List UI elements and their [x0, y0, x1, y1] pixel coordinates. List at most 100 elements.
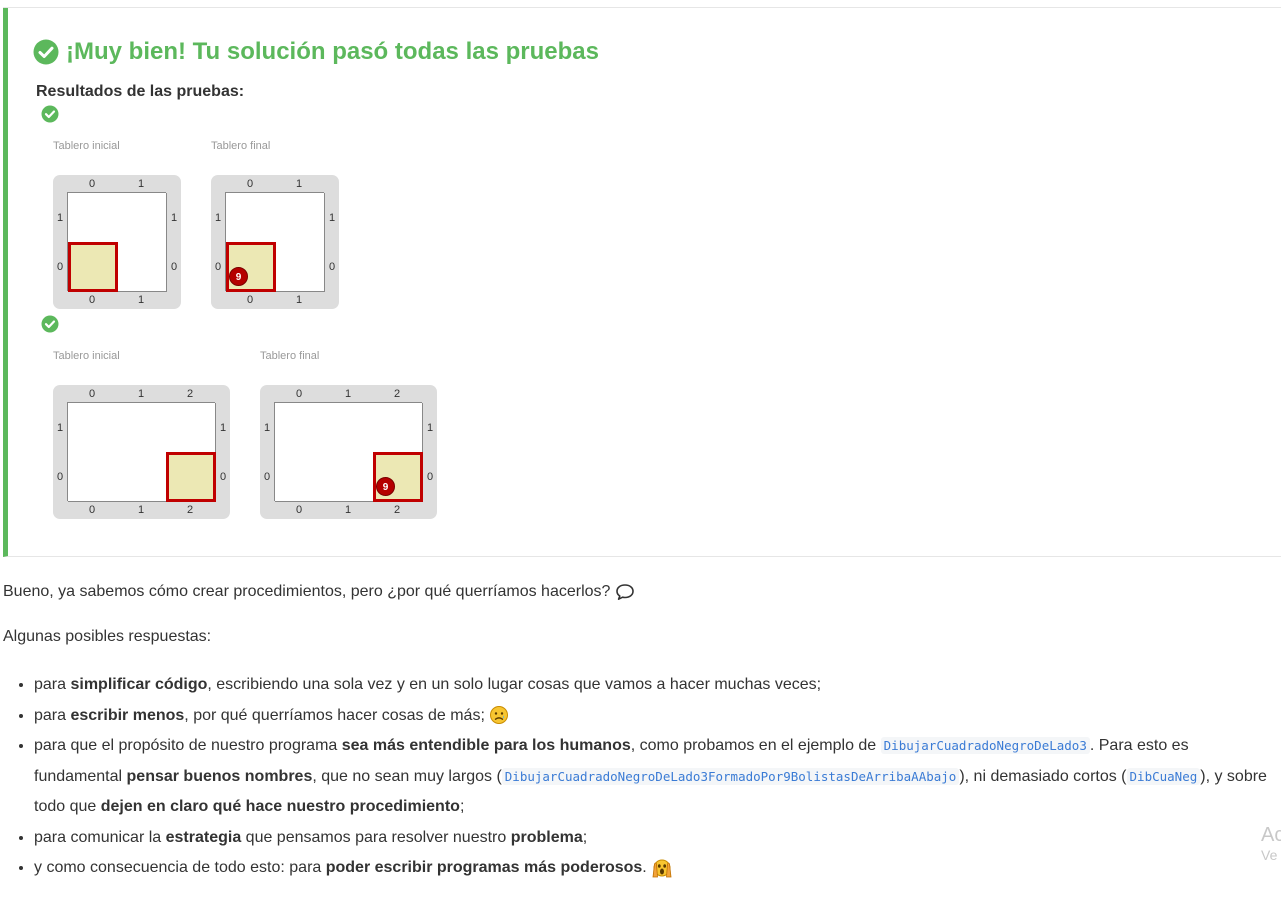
board-grid: [67, 192, 167, 292]
row-label: 0: [56, 261, 64, 273]
answers-list: para simplificar código, escribiendo una…: [3, 670, 1278, 884]
board-cell: [324, 452, 374, 502]
list-item-text: , por qué querríamos hacer cosas de más;: [184, 706, 485, 724]
board-grid: 9: [225, 192, 325, 292]
column-label: 1: [295, 294, 303, 306]
list-item-bold: problema: [510, 828, 583, 846]
list-item-text: ;: [459, 798, 465, 815]
column-label: 0: [246, 294, 254, 306]
board-grid: 9: [274, 402, 423, 502]
intro-paragraph: Bueno, ya sabemos cómo crear procedimien…: [3, 582, 635, 602]
column-label: 0: [246, 178, 254, 190]
board-cell-head: [68, 242, 118, 292]
list-item-bold: simplificar código: [70, 676, 208, 693]
list-item-text: para: [34, 706, 71, 724]
board-cell: [117, 403, 167, 453]
list-item-text: , como probamos en el ejemplo de: [630, 737, 881, 754]
list-item-bold: pensar buenos nombres: [126, 767, 313, 785]
test-passed-icon: [41, 315, 59, 333]
success-title: ¡Muy bien! Tu solución pasó todas las pr…: [33, 36, 599, 68]
column-label: 2: [393, 504, 401, 516]
row-label: 1: [263, 422, 271, 434]
row-label: 0: [263, 471, 271, 483]
list-item-text: para comunicar la: [34, 828, 166, 846]
watermark-line: Ac: [1261, 824, 1281, 846]
column-label: 0: [88, 504, 96, 516]
red-ball-counter: 9: [376, 477, 395, 496]
list-item-bold: dejen en claro qué hace nuestro procedim…: [100, 798, 460, 815]
check-circle-icon: [33, 39, 59, 65]
row-label: 1: [56, 212, 64, 224]
board-cell: [324, 403, 374, 453]
row-label: 0: [214, 261, 222, 273]
column-label: 2: [186, 388, 194, 400]
procedure-name-code: DibCuaNeg: [1126, 767, 1201, 785]
column-label: 0: [88, 178, 96, 190]
list-item-text: .: [642, 859, 647, 876]
row-label: 0: [170, 261, 178, 273]
row-label: 1: [328, 212, 336, 224]
intro-text: Bueno, ya sabemos cómo crear procedimien…: [3, 583, 611, 601]
list-item-text: para que el propósito de nuestro program…: [34, 737, 342, 754]
list-item-text: ), ni demasiado cortos (: [959, 767, 1127, 785]
board-cell: [117, 452, 167, 502]
list-item: para escribir menos, por qué querríamos …: [34, 701, 1278, 732]
column-label: 1: [137, 294, 145, 306]
procedure-name-code: DibujarCuadradoNegroDeLado3FormadoPor9Bo…: [501, 767, 960, 785]
row-label: 1: [56, 422, 64, 434]
column-label: 1: [137, 178, 145, 190]
row-label: 0: [426, 471, 434, 483]
watermark-line: Ve: [1261, 847, 1278, 863]
test-results-panel: ¡Muy bien! Tu solución pasó todas las pr…: [3, 8, 1281, 557]
list-item: para comunicar la estrategia que pensamo…: [34, 823, 1278, 854]
row-label: 0: [219, 471, 227, 483]
sad-face-emoji-icon: [490, 706, 509, 725]
test-passed-icon: [41, 105, 59, 123]
tests-heading: Resultados de las pruebas:: [36, 83, 245, 100]
speech-bubble-icon: [616, 584, 634, 600]
list-item-text: ;: [582, 828, 588, 846]
red-ball-counter: 9: [229, 267, 248, 286]
list-item-bold: poder escribir programas más poderosos: [325, 859, 643, 876]
board-cell: [166, 403, 216, 453]
list-item-text: que pensamos para resolver nuestro: [241, 828, 511, 846]
list-item-text: para: [34, 676, 71, 693]
column-label: 1: [137, 504, 145, 516]
initial-board-caption: Tablero inicial: [53, 140, 120, 152]
list-item-text: y como consecuencia de todo esto: para: [34, 859, 326, 876]
board-cell: [275, 193, 325, 243]
column-label: 0: [295, 388, 303, 400]
column-label: 1: [344, 388, 352, 400]
list-item: para simplificar código, escribiendo una…: [34, 670, 1278, 701]
list-item-text: , que no sean muy largos (: [312, 767, 502, 785]
row-label: 1: [170, 212, 178, 224]
row-label: 1: [214, 212, 222, 224]
row-label: 0: [328, 261, 336, 273]
activate-windows-watermark: Ac Ve: [1261, 824, 1281, 864]
initial-board: 0 1 1 0 1 0 0 1: [53, 175, 181, 309]
final-board-caption: Tablero final: [260, 350, 320, 362]
column-label: 1: [295, 178, 303, 190]
row-label: 0: [56, 471, 64, 483]
board-grid: [67, 402, 216, 502]
row-label: 1: [219, 422, 227, 434]
list-item-text: , escribiendo una sola vez y en un solo …: [207, 676, 822, 693]
column-label: 1: [344, 504, 352, 516]
board-cell: [68, 403, 118, 453]
board-cell: [275, 242, 325, 292]
row-label: 1: [426, 422, 434, 434]
procedure-name-code: DibujarCuadradoNegroDeLado3: [880, 737, 1090, 754]
success-title-text: ¡Muy bien! Tu solución pasó todas las pr…: [66, 38, 599, 65]
screaming-face-emoji-icon: [652, 859, 672, 878]
column-label: 2: [186, 504, 194, 516]
list-item-bold: sea más entendible para los humanos: [341, 737, 631, 754]
board-cell: [117, 193, 167, 243]
board-cell-head: [166, 452, 216, 502]
board-cell: [117, 242, 167, 292]
answers-intro: Algunas posibles respuestas:: [3, 628, 212, 645]
board-cell: [226, 193, 276, 243]
list-item: para que el propósito de nuestro program…: [34, 731, 1278, 823]
final-board-caption: Tablero final: [211, 140, 271, 152]
column-label: 0: [88, 388, 96, 400]
board-cell-head: 9: [373, 452, 423, 502]
